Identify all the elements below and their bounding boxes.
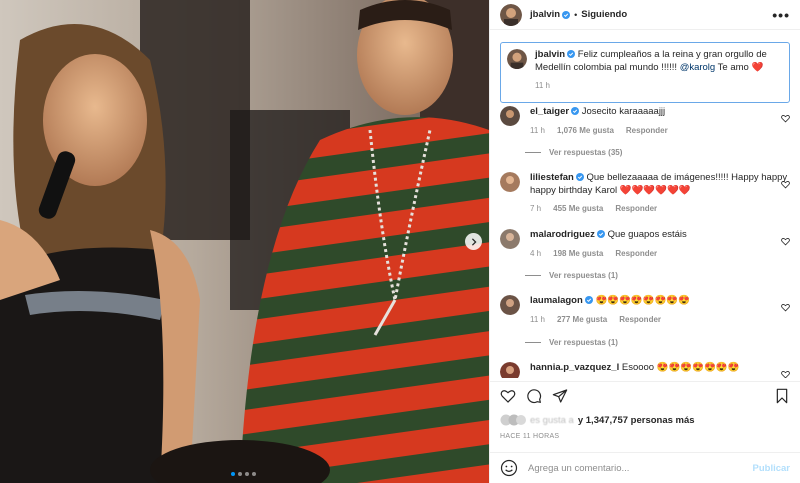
comment-avatar[interactable] [500, 172, 520, 192]
carousel-dot [231, 472, 235, 476]
comment-avatar[interactable] [500, 362, 520, 378]
comment-input[interactable] [528, 462, 743, 474]
view-replies-label: Ver respuestas (1) [549, 271, 618, 280]
post-caption: jbalvin Feliz cumpleaños a la reina y gr… [500, 42, 790, 103]
view-replies-button[interactable]: Ver respuestas (1) [525, 271, 618, 280]
comment-reply-button[interactable]: Responder [626, 125, 668, 138]
comment-likes[interactable]: 455 Me gusta [553, 203, 603, 216]
verified-badge-icon [584, 296, 593, 304]
comment-item: el_taiger Josecito karaaaaajjj 11 h 1,07… [500, 106, 790, 137]
verified-badge-icon [571, 107, 580, 115]
comment-username[interactable]: el_taiger [530, 106, 569, 117]
verified-badge-icon [596, 230, 605, 238]
comment-bubble-icon[interactable] [526, 388, 542, 404]
author-avatar[interactable] [500, 3, 522, 26]
heart-icon[interactable] [781, 237, 790, 246]
caption-username[interactable]: jbalvin [535, 49, 565, 60]
likes-blurred-text: es gusta a [530, 414, 574, 426]
carousel-dot [252, 472, 256, 476]
carousel-indicator [231, 472, 256, 476]
publish-button[interactable]: Publicar [753, 463, 791, 474]
next-slide-button[interactable] [465, 233, 482, 250]
carousel-dot [238, 472, 242, 476]
heart-icon[interactable] [781, 114, 790, 123]
carousel-dot [245, 472, 249, 476]
emoji-icon[interactable] [500, 459, 518, 477]
view-replies-button[interactable]: Ver respuestas (35) [525, 148, 622, 157]
post-actions [490, 381, 800, 409]
share-send-icon[interactable] [552, 388, 568, 404]
post-side-panel: jbalvin • Siguiendo ••• jbalvin Feliz cu… [489, 0, 800, 483]
add-comment-bar: Publicar [490, 452, 800, 483]
heart-icon[interactable] [781, 303, 790, 312]
comment-avatar[interactable] [500, 229, 520, 249]
comment-text: 😍😍😍😍😍😍😍😍 [595, 295, 691, 306]
comment-time[interactable]: 11 h [530, 125, 545, 138]
comments-list[interactable]: jbalvin Feliz cumpleaños a la reina y gr… [490, 30, 800, 378]
verified-badge-icon [575, 173, 584, 181]
post-time-ago: HACE 11 HORAS [500, 433, 560, 440]
comment-item: hannia.p_vazquez_l Esoooo 😍😍😍😍😍😍😍 [500, 362, 790, 378]
comment-text: Que guapos estáis [607, 229, 687, 240]
replies-divider [525, 342, 541, 343]
comment-username[interactable]: liliestefan [530, 172, 574, 183]
author-username[interactable]: jbalvin [530, 9, 560, 20]
comment-reply-button[interactable]: Responder [619, 314, 661, 327]
post-header: jbalvin • Siguiendo ••• [490, 0, 800, 30]
comment-reply-button[interactable]: Responder [615, 248, 657, 261]
post-media[interactable] [0, 0, 489, 483]
replies-divider [525, 152, 541, 153]
like-heart-icon[interactable] [500, 388, 516, 404]
replies-divider [525, 275, 541, 276]
bookmark-icon[interactable] [774, 388, 790, 404]
comment-username[interactable]: laumalagon [530, 295, 583, 306]
comment-username[interactable]: malarodriguez [530, 229, 595, 240]
comment-avatar[interactable] [500, 106, 520, 126]
comment-text: Esoooo 😍😍😍😍😍😍😍 [621, 362, 740, 373]
comment-item: malarodriguez Que guapos estáis 4 h 198 … [500, 229, 790, 260]
comment-time[interactable]: 7 h [530, 203, 541, 216]
chevron-right-icon [471, 237, 477, 246]
caption-mention-link[interactable]: @karolg [680, 62, 716, 73]
comment-time[interactable]: 11 h [530, 314, 545, 327]
comment-username[interactable]: hannia.p_vazquez_l [530, 362, 619, 373]
comment-item: laumalagon 😍😍😍😍😍😍😍😍 11 h 277 Me gusta Re… [500, 295, 790, 326]
caption-time: 11 h [535, 81, 550, 90]
comment-likes[interactable]: 198 Me gusta [553, 248, 603, 261]
more-options-icon[interactable]: ••• [772, 7, 790, 23]
view-replies-label: Ver respuestas (1) [549, 338, 618, 347]
comment-likes[interactable]: 1,076 Me gusta [557, 125, 614, 138]
view-replies-button[interactable]: Ver respuestas (1) [525, 338, 618, 347]
caption-text-end: Te amo ❤️ [715, 61, 764, 73]
likes-summary[interactable]: es gusta a y 1,347,757 personas más [500, 414, 790, 426]
comment-time[interactable]: 4 h [530, 248, 541, 261]
liker-avatars [500, 414, 526, 426]
view-replies-label: Ver respuestas (35) [549, 148, 623, 157]
verified-badge-icon [567, 50, 576, 58]
caption-avatar[interactable] [507, 49, 527, 69]
post-photo [0, 0, 489, 483]
comment-item: liliestefan Que bellezaaaaa de imágenes!… [500, 172, 790, 216]
heart-icon[interactable] [781, 180, 790, 189]
separator: • [574, 9, 578, 20]
comment-reply-button[interactable]: Responder [615, 203, 657, 216]
heart-icon[interactable] [781, 370, 790, 378]
comment-likes[interactable]: 277 Me gusta [557, 314, 607, 327]
comment-text: Josecito karaaaaajjj [581, 106, 666, 117]
likes-count[interactable]: y 1,347,757 personas más [578, 415, 695, 426]
verified-badge-icon [562, 10, 571, 19]
comment-avatar[interactable] [500, 295, 520, 315]
following-button[interactable]: Siguiendo [581, 9, 627, 20]
